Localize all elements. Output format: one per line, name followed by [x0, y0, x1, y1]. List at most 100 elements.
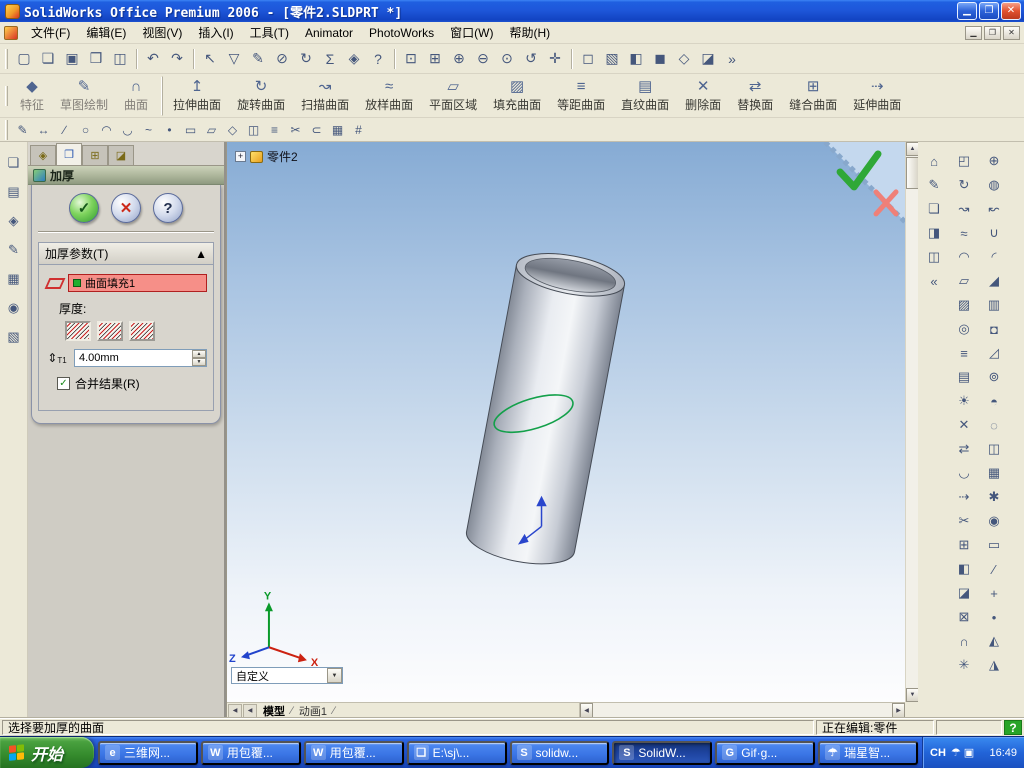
toolbar-overflow-icon[interactable]: » — [720, 47, 744, 71]
reference-geometry-icon[interactable]: ◈ — [3, 210, 25, 232]
display-style-icon[interactable]: ◫ — [922, 246, 946, 268]
ruled-surface-button[interactable]: ▤ 直纹曲面 — [613, 76, 677, 116]
linear-sketch-pattern-icon[interactable]: ▦ — [327, 120, 348, 140]
tab-scroll-right-button[interactable]: ◀ — [243, 703, 257, 718]
delete-face-icon[interactable]: ✕ — [952, 414, 976, 436]
radiate-surface-icon[interactable]: ☀ — [952, 390, 976, 412]
model-tab[interactable]: 模型 — [257, 703, 291, 719]
thickness-down-button[interactable]: ▼ — [192, 358, 206, 366]
merge-result-checkbox[interactable]: ✓ — [57, 377, 70, 390]
circular-pattern-icon[interactable]: ✱ — [982, 486, 1006, 508]
wireframe-icon[interactable]: ◻ — [576, 47, 600, 71]
doc-minimize-button[interactable]: ▁ — [965, 25, 982, 40]
thicken-side2-button[interactable] — [129, 321, 155, 341]
revolved-surface-icon[interactable]: ↻ — [952, 174, 976, 196]
section-tool-icon[interactable]: ▧ — [3, 326, 25, 348]
thicken-tool-icon[interactable]: ◧ — [952, 558, 976, 580]
origin-tool-icon[interactable]: ◉ — [3, 297, 25, 319]
cylinder-model[interactable] — [463, 246, 628, 571]
edit-sketch-icon[interactable]: ✎ — [922, 174, 946, 196]
scroll-right-button[interactable]: ▶ — [892, 703, 905, 718]
reference-plane-icon[interactable]: ▭ — [982, 534, 1006, 556]
thickened-cut-icon[interactable]: ◪ — [952, 582, 976, 604]
trim-entities-icon[interactable]: ✂ — [285, 120, 306, 140]
parallelogram-icon[interactable]: ▱ — [201, 120, 222, 140]
tree-expand-icon[interactable]: + — [235, 151, 246, 162]
knit-surface-icon[interactable]: ⊞ — [952, 534, 976, 556]
hole-wizard-icon[interactable]: ⊚ — [982, 366, 1006, 388]
selection-filter-icon[interactable]: ▽ — [222, 47, 246, 71]
close-button[interactable]: ✕ — [1001, 2, 1021, 20]
offset-entities-icon[interactable]: ≡ — [264, 120, 285, 140]
chamfer-icon[interactable]: ◢ — [982, 270, 1006, 292]
spline-icon[interactable]: ~ — [138, 120, 159, 140]
shaded-with-edges-icon[interactable]: ◧ — [624, 47, 648, 71]
filled-surface-button[interactable]: ▨ 填充曲面 — [485, 76, 549, 116]
new-file-icon[interactable]: ▢ — [12, 47, 36, 71]
trim-surface-icon[interactable]: ✂ — [952, 510, 976, 532]
toolbar-grip[interactable] — [5, 119, 8, 140]
tray-display-icon[interactable]: ▣ — [964, 746, 974, 759]
animation-tab[interactable]: 动画1 — [293, 703, 333, 719]
document-icon[interactable]: ❏ — [922, 198, 946, 220]
dome-icon[interactable]: ◓ — [982, 390, 1006, 412]
rectangle-icon[interactable]: ▭ — [180, 120, 201, 140]
filled-surface-icon[interactable]: ▨ — [952, 294, 976, 316]
replace-face-icon[interactable]: ⇄ — [952, 438, 976, 460]
hidden-lines-icon[interactable]: ▧ — [600, 47, 624, 71]
thicken-side1-button[interactable] — [65, 321, 91, 341]
mirror-feature-icon[interactable]: ◫ — [982, 438, 1006, 460]
sketch-icon[interactable]: ✎ — [246, 47, 270, 71]
sweep-boss-icon[interactable]: ↜ — [982, 198, 1006, 220]
revolved-surface-button[interactable]: ↻ 旋转曲面 — [229, 76, 293, 116]
menu-item[interactable]: 工具(T) — [242, 21, 297, 44]
tray-antivirus-icon[interactable]: ☂ — [951, 746, 961, 759]
view-combo-dropdown-icon[interactable]: ▼ — [327, 668, 342, 683]
delete-face-button[interactable]: ✕ 删除面 — [677, 76, 729, 116]
shaded-icon[interactable]: ◼ — [648, 47, 672, 71]
convert-entities-icon[interactable]: ⊂ — [306, 120, 327, 140]
task-antivirus[interactable]: ☂ 瑞星智... — [818, 740, 918, 765]
swept-surface-button[interactable]: ↝ 扫描曲面 — [293, 76, 357, 116]
menu-item[interactable]: Animator — [297, 23, 361, 43]
zoom-area-icon[interactable]: ⊞ — [423, 47, 447, 71]
coordinate-system-icon[interactable]: + — [982, 582, 1006, 604]
fillet-icon[interactable]: ◜ — [982, 246, 1006, 268]
collapse-upper-chevron-icon[interactable]: « — [922, 270, 946, 292]
doc-close-button[interactable]: ✕ — [1003, 25, 1020, 40]
knit-surface-button[interactable]: ⊞ 缝合曲面 — [781, 76, 845, 116]
doc-restore-button[interactable]: ❐ — [984, 25, 1001, 40]
toolbar-grip[interactable] — [5, 85, 8, 106]
untrim-surface-icon[interactable]: ◡ — [952, 462, 976, 484]
planar-surface-icon[interactable]: ▱ — [952, 270, 976, 292]
extend-surface-button[interactable]: ⇢ 延伸曲面 — [845, 76, 909, 116]
cut-with-surface-icon[interactable]: ⊠ — [952, 606, 976, 628]
annotations-icon[interactable]: ▤ — [3, 181, 25, 203]
centerpoint-arc-icon[interactable]: ◠ — [96, 120, 117, 140]
curve-pattern-icon[interactable]: ◉ — [982, 510, 1006, 532]
instant3d-icon[interactable]: ◮ — [982, 654, 1006, 676]
language-indicator[interactable]: CH — [930, 747, 946, 759]
graphics-canvas[interactable]: Y X Z + 零件2 自定义 ▼ — [227, 142, 905, 702]
extend-surface-icon[interactable]: ⇢ — [952, 486, 976, 508]
zoom-fit-icon[interactable]: ⊡ — [399, 47, 423, 71]
viewport-horizontal-scrollbar[interactable]: ◀ ▶ — [579, 703, 905, 718]
toolbar-grip[interactable] — [5, 48, 8, 69]
document-tool-icon[interactable]: ❏ — [3, 152, 25, 174]
task-gif-editor[interactable]: G Gif·g... — [715, 740, 816, 765]
zoom-out-icon[interactable]: ⊖ — [471, 47, 495, 71]
print-preview-icon[interactable]: ◫ — [108, 47, 132, 71]
linear-pattern-icon[interactable]: ▦ — [982, 462, 1006, 484]
extruded-surface-icon[interactable]: ◰ — [952, 150, 976, 172]
polygon-icon[interactable]: ◇ — [222, 120, 243, 140]
circle-icon[interactable]: ○ — [75, 120, 96, 140]
replace-face-button[interactable]: ⇄ 替换面 — [729, 76, 781, 116]
mid-surface-icon[interactable]: ∩ — [952, 630, 976, 652]
equations-icon[interactable]: Σ — [318, 47, 342, 71]
offset-surface-button[interactable]: ≡ 等距曲面 — [549, 76, 613, 116]
ruled-surface-icon[interactable]: ▤ — [952, 366, 976, 388]
zoom-selection-icon[interactable]: ⊙ — [495, 47, 519, 71]
point-icon[interactable]: • — [159, 120, 180, 140]
mirror-entities-icon[interactable]: ◫ — [243, 120, 264, 140]
grid-tool-icon[interactable]: ▦ — [3, 268, 25, 290]
